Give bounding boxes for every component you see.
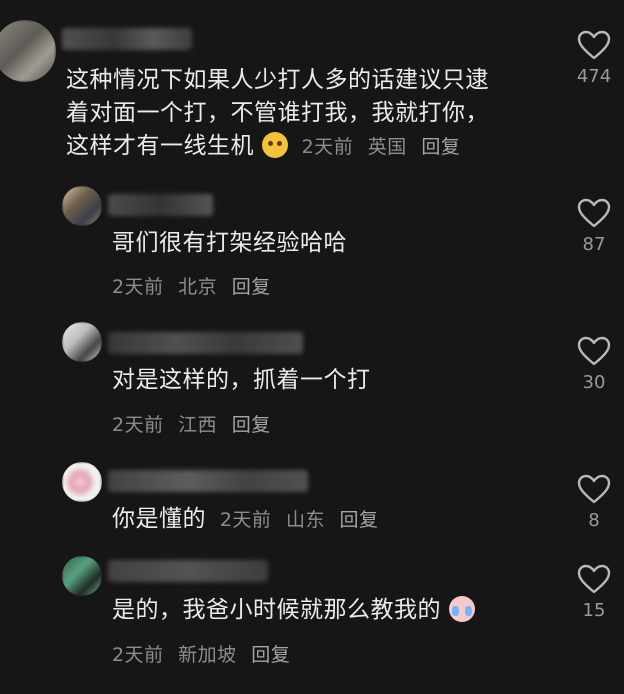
username-blurred[interactable]: [62, 28, 192, 50]
comment-text-line-content: 这样才有一线生机: [66, 133, 254, 159]
comment-meta: 2天前 新加坡 回复: [112, 640, 298, 667]
avatar[interactable]: [62, 462, 102, 502]
heart-icon: [577, 30, 611, 60]
like-button[interactable]: 474: [574, 30, 614, 87]
like-button[interactable]: 8: [574, 474, 614, 531]
comment-text: 哥们很有打架经验哈哈: [112, 230, 347, 256]
username-blurred[interactable]: [108, 470, 308, 492]
like-count: 474: [576, 66, 612, 87]
comment-location: 新加坡: [178, 644, 237, 666]
heart-icon: [577, 474, 611, 504]
comment-text: 你是懂的 2天前 山东 回复: [112, 503, 387, 537]
comment-location: 江西: [178, 414, 218, 436]
comment-location: 山东: [285, 509, 325, 531]
reply-button[interactable]: 回复: [232, 414, 271, 436]
comment-text-line: 这样才有一线生机 2天前 英国 回复: [66, 130, 489, 164]
reply-button[interactable]: 回复: [251, 644, 290, 666]
username-blurred[interactable]: [108, 560, 268, 582]
heart-icon: [577, 198, 611, 228]
avatar[interactable]: [62, 556, 102, 596]
reply-button[interactable]: 回复: [421, 136, 460, 158]
comment-location: 英国: [367, 136, 407, 158]
like-count: 87: [582, 234, 606, 255]
reply-button[interactable]: 回复: [340, 509, 379, 531]
reply-button[interactable]: 回复: [232, 276, 271, 298]
username-blurred[interactable]: [108, 194, 213, 216]
heart-icon: [577, 336, 611, 366]
comment-meta: 2天前 北京 回复: [112, 272, 279, 299]
comment-text-line: 这种情况下如果人少打人多的话建议只逮: [66, 67, 489, 93]
comment-time: 2天前: [112, 644, 164, 666]
comment-list: 这种情况下如果人少打人多的话建议只逮 着对面一个打，不管谁打我，我就打你， 这样…: [0, 0, 624, 694]
comment-time: 2天前: [301, 136, 354, 158]
avatar[interactable]: [62, 322, 102, 362]
heart-icon: [577, 564, 611, 594]
dog-face-emoji-icon: [261, 132, 288, 158]
comment-meta: 2天前 山东 回复: [220, 509, 387, 531]
like-button[interactable]: 30: [574, 336, 614, 393]
avatar[interactable]: [0, 20, 56, 82]
comment-text: 这种情况下如果人少打人多的话建议只逮 着对面一个打，不管谁打我，我就打你， 这样…: [66, 64, 489, 164]
like-count: 15: [582, 600, 606, 621]
comment-meta: 2天前 英国 回复: [302, 136, 469, 158]
comment-location: 北京: [178, 276, 218, 298]
comment-meta: 2天前 江西 回复: [112, 410, 279, 437]
comment-text-line-content: 你是懂的: [112, 506, 206, 532]
comment-text-line: 着对面一个打，不管谁打我，我就打你，: [66, 100, 489, 126]
crying-face-emoji-icon: [448, 596, 475, 622]
like-count: 30: [582, 372, 606, 393]
comment-time: 2天前: [112, 414, 164, 436]
comment-time: 2天前: [219, 509, 272, 531]
username-blurred[interactable]: [108, 332, 303, 354]
like-count: 8: [588, 510, 600, 531]
comment-time: 2天前: [112, 276, 164, 298]
like-button[interactable]: 87: [574, 198, 614, 255]
comment-text: 对是这样的，抓着一个打: [112, 367, 371, 393]
avatar[interactable]: [62, 186, 102, 226]
comment-text-line-content: 是的，我爸小时候就那么教我的: [112, 597, 441, 623]
comment-text: 是的，我爸小时候就那么教我的: [112, 594, 475, 627]
like-button[interactable]: 15: [574, 564, 614, 621]
